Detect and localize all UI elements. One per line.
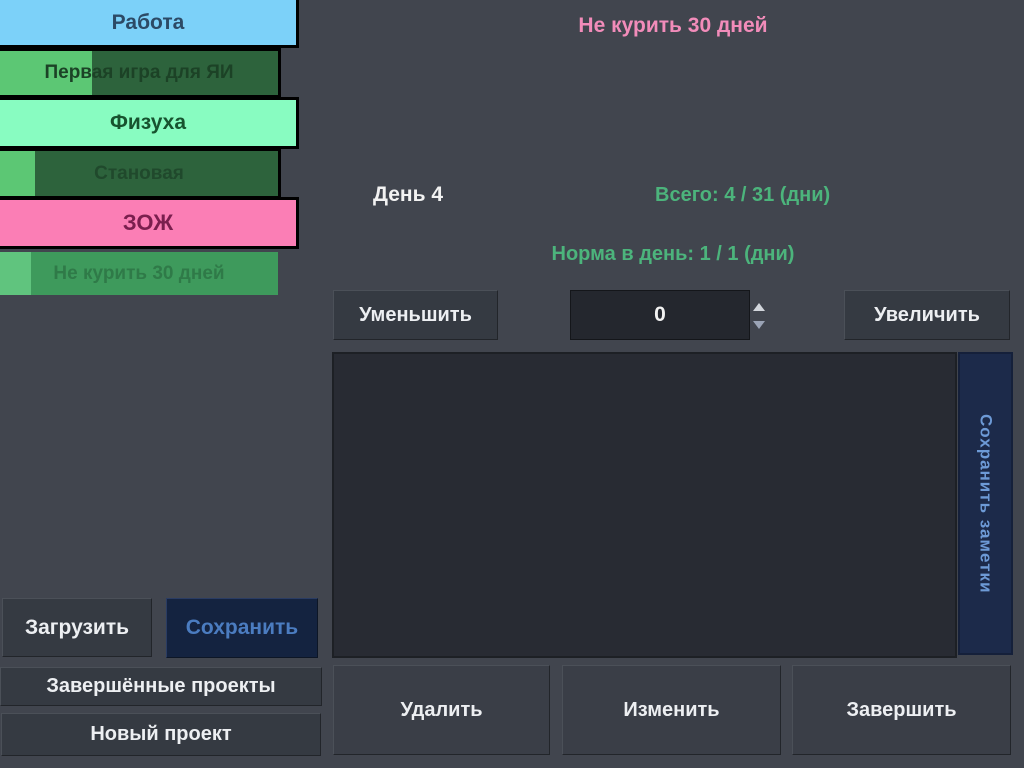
save-button[interactable]: Сохранить bbox=[166, 598, 318, 658]
sidebar-item-stanovaya[interactable]: Становая bbox=[0, 148, 281, 199]
delete-button[interactable]: Удалить bbox=[333, 665, 550, 755]
day-counter-label: День 4 bbox=[373, 183, 444, 206]
subtask-label: Становая bbox=[94, 162, 184, 184]
total-progress-label: Всего: 4 / 31 (дни) bbox=[655, 184, 831, 206]
counter-spinbox[interactable] bbox=[570, 290, 750, 340]
edit-button[interactable]: Изменить bbox=[562, 665, 781, 755]
project-label: ЗОЖ bbox=[122, 210, 174, 235]
notes-textarea[interactable] bbox=[332, 352, 957, 658]
sidebar-item-pervaya-igra[interactable]: Первая игра для ЯИ bbox=[0, 48, 281, 98]
sidebar-item-ne-kurit-selected[interactable]: Не курить 30 дней bbox=[0, 252, 278, 295]
sidebar-item-fizuha[interactable]: Физуха bbox=[0, 97, 299, 149]
app-window: Работа Первая игра для ЯИ Физуха Станова… bbox=[0, 0, 1024, 768]
completed-projects-button[interactable]: Завершённые проекты bbox=[0, 667, 322, 706]
project-label: Физуха bbox=[109, 111, 187, 134]
decrease-button[interactable]: Уменьшить bbox=[333, 290, 498, 340]
spinner-down-icon[interactable] bbox=[753, 321, 765, 329]
complete-button[interactable]: Завершить bbox=[792, 665, 1011, 755]
load-button[interactable]: Загрузить bbox=[2, 598, 152, 657]
daily-norm-label: Норма в день: 1 / 1 (дни) bbox=[551, 243, 795, 265]
subtask-label: Не курить 30 дней bbox=[53, 262, 225, 284]
progress-strip bbox=[0, 151, 35, 196]
project-label: Работа bbox=[111, 10, 185, 34]
spinner-arrows[interactable] bbox=[752, 303, 766, 329]
sidebar-item-rabota[interactable]: Работа bbox=[0, 0, 299, 48]
sidebar-item-zozh[interactable]: ЗОЖ bbox=[0, 197, 299, 249]
spinner-up-icon[interactable] bbox=[753, 303, 765, 311]
new-project-button[interactable]: Новый проект bbox=[1, 713, 321, 756]
progress-strip bbox=[0, 252, 31, 295]
save-notes-button[interactable]: Сохранить заметки bbox=[958, 352, 1013, 655]
project-title: Не курить 30 дней bbox=[578, 14, 768, 37]
increase-button[interactable]: Увеличить bbox=[844, 290, 1010, 340]
subtask-label: Первая игра для ЯИ bbox=[44, 62, 234, 83]
